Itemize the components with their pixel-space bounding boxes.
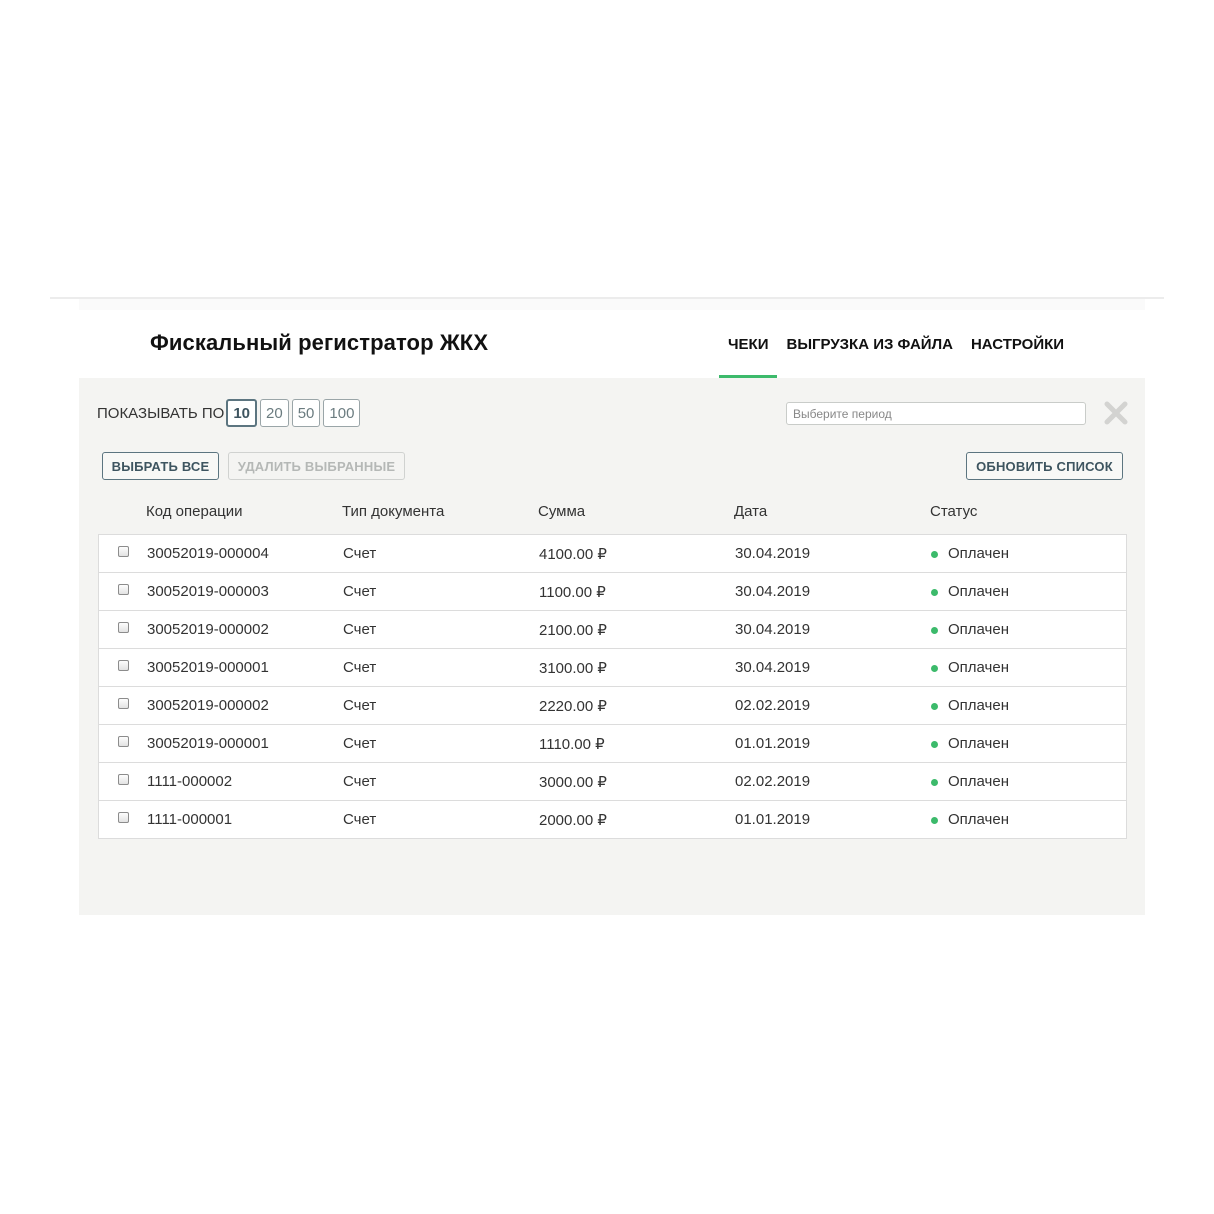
table-header: Код операции Тип документа Сумма Дата Ст… <box>98 496 1127 534</box>
row-type: Счет <box>343 621 377 638</box>
row-date: 01.01.2019 <box>735 811 811 828</box>
row-checkbox[interactable] <box>118 546 129 557</box>
top-strip <box>79 299 1145 310</box>
row-checkbox[interactable] <box>118 622 129 633</box>
row-type: Счет <box>343 583 377 600</box>
row-sum: 2220.00 ₽ <box>539 698 607 715</box>
page-size-10[interactable]: 10 <box>226 399 258 427</box>
table-row[interactable]: 1111-000001 Счет 2000.00 ₽ 01.01.2019 Оп… <box>98 801 1127 839</box>
main-nav: ЧЕКИ ВЫГРУЗКА ИЗ ФАЙЛА НАСТРОЙКИ <box>719 310 1073 378</box>
row-checkbox[interactable] <box>118 812 129 823</box>
tab-receipts-label: ЧЕКИ <box>728 335 769 353</box>
row-status: Оплачен <box>948 811 1009 828</box>
row-sum: 3100.00 ₽ <box>539 660 607 677</box>
table-row[interactable]: 30052019-000004 Счет 4100.00 ₽ 30.04.201… <box>98 535 1127 573</box>
app-header: Фискальный регистратор ЖКХ ЧЕКИ ВЫГРУЗКА… <box>79 310 1145 378</box>
app-title: Фискальный регистратор ЖКХ <box>150 330 489 355</box>
row-sum: 1100.00 ₽ <box>539 584 606 601</box>
delete-selected-button[interactable]: УДАЛИТЬ ВЫБРАННЫЕ <box>228 452 405 480</box>
status-dot-icon <box>931 817 938 824</box>
row-sum: 2100.00 ₽ <box>539 622 607 639</box>
row-checkbox[interactable] <box>118 584 129 595</box>
tab-file-upload-label: ВЫГРУЗКА ИЗ ФАЙЛА <box>786 335 953 353</box>
tab-settings-label: НАСТРОЙКИ <box>970 335 1065 353</box>
status-dot-icon <box>931 703 938 710</box>
row-date: 30.04.2019 <box>735 583 811 600</box>
page-size-label: ПОКАЗЫВАТЬ ПО <box>97 404 225 422</box>
row-checkbox[interactable] <box>118 774 129 785</box>
row-status: Оплачен <box>948 621 1009 638</box>
tab-file-upload[interactable]: ВЫГРУЗКА ИЗ ФАЙЛА <box>777 310 961 378</box>
row-date: 01.01.2019 <box>735 735 811 752</box>
select-all-button[interactable]: ВЫБРАТЬ ВСЕ <box>102 452 219 480</box>
row-status: Оплачен <box>948 583 1009 600</box>
table-row[interactable]: 1111-000002 Счет 3000.00 ₽ 02.02.2019 Оп… <box>98 763 1127 801</box>
row-type: Счет <box>343 811 377 828</box>
row-code: 30052019-000002 <box>147 697 269 714</box>
row-status: Оплачен <box>948 545 1009 562</box>
status-dot-icon <box>931 779 938 786</box>
row-code: 1111-000002 <box>147 773 233 790</box>
column-header-date[interactable]: Дата <box>734 503 767 520</box>
status-dot-icon <box>931 589 938 596</box>
row-status: Оплачен <box>948 659 1009 676</box>
row-status: Оплачен <box>948 773 1009 790</box>
tab-settings[interactable]: НАСТРОЙКИ <box>962 310 1073 378</box>
row-date: 02.02.2019 <box>735 697 811 714</box>
table-row[interactable]: 30052019-000001 Счет 1110.00 ₽ 01.01.201… <box>98 725 1127 763</box>
column-header-status[interactable]: Статус <box>930 503 977 520</box>
status-dot-icon <box>931 741 938 748</box>
table-body: 30052019-000004 Счет 4100.00 ₽ 30.04.201… <box>98 534 1127 839</box>
row-date: 30.04.2019 <box>735 659 811 676</box>
row-sum: 3000.00 ₽ <box>539 774 607 791</box>
status-dot-icon <box>931 551 938 558</box>
receipts-panel: ПОКАЗЫВАТЬ ПО 10 20 50 100 ВЫБРАТЬ ВСЕ У… <box>79 378 1145 915</box>
row-code: 30052019-000004 <box>147 545 269 562</box>
column-header-sum[interactable]: Сумма <box>538 503 585 520</box>
page-size-20[interactable]: 20 <box>260 399 289 427</box>
row-code: 30052019-000003 <box>147 583 269 600</box>
page-size-50[interactable]: 50 <box>291 399 321 427</box>
row-code: 30052019-000001 <box>147 659 269 676</box>
table-row[interactable]: 30052019-000002 Счет 2100.00 ₽ 30.04.201… <box>98 611 1127 649</box>
row-code: 1111-000001 <box>147 811 233 828</box>
column-header-code[interactable]: Код операции <box>146 503 243 520</box>
row-sum: 4100.00 ₽ <box>539 546 607 563</box>
row-checkbox[interactable] <box>118 660 129 671</box>
table-row[interactable]: 30052019-000003 Счет 1100.00 ₽ 30.04.201… <box>98 573 1127 611</box>
row-type: Счет <box>343 735 377 752</box>
row-date: 30.04.2019 <box>735 621 811 638</box>
row-date: 02.02.2019 <box>735 773 811 790</box>
row-status: Оплачен <box>948 697 1009 714</box>
refresh-list-button[interactable]: ОБНОВИТЬ СПИСОК <box>966 452 1123 480</box>
row-sum: 1110.00 ₽ <box>539 736 605 753</box>
row-type: Счет <box>343 697 377 714</box>
row-date: 30.04.2019 <box>735 545 811 562</box>
receipts-table: Код операции Тип документа Сумма Дата Ст… <box>98 496 1127 839</box>
row-status: Оплачен <box>948 735 1009 752</box>
row-code: 30052019-000001 <box>147 735 269 752</box>
row-type: Счет <box>343 659 377 676</box>
row-sum: 2000.00 ₽ <box>539 812 607 829</box>
row-code: 30052019-000002 <box>147 621 269 638</box>
period-input[interactable] <box>786 402 1086 425</box>
page-size-100[interactable]: 100 <box>323 399 361 427</box>
row-checkbox[interactable] <box>118 698 129 709</box>
status-dot-icon <box>931 665 938 672</box>
row-type: Счет <box>343 773 377 790</box>
row-type: Счет <box>343 545 377 562</box>
tab-receipts[interactable]: ЧЕКИ <box>719 310 778 378</box>
column-header-type[interactable]: Тип документа <box>342 503 444 520</box>
page-size-selector: ПОКАЗЫВАТЬ ПО 10 20 50 100 <box>97 399 361 427</box>
table-row[interactable]: 30052019-000001 Счет 3100.00 ₽ 30.04.201… <box>98 649 1127 687</box>
table-row[interactable]: 30052019-000002 Счет 2220.00 ₽ 02.02.201… <box>98 687 1127 725</box>
status-dot-icon <box>931 627 938 634</box>
close-icon[interactable] <box>1103 400 1129 426</box>
row-checkbox[interactable] <box>118 736 129 747</box>
